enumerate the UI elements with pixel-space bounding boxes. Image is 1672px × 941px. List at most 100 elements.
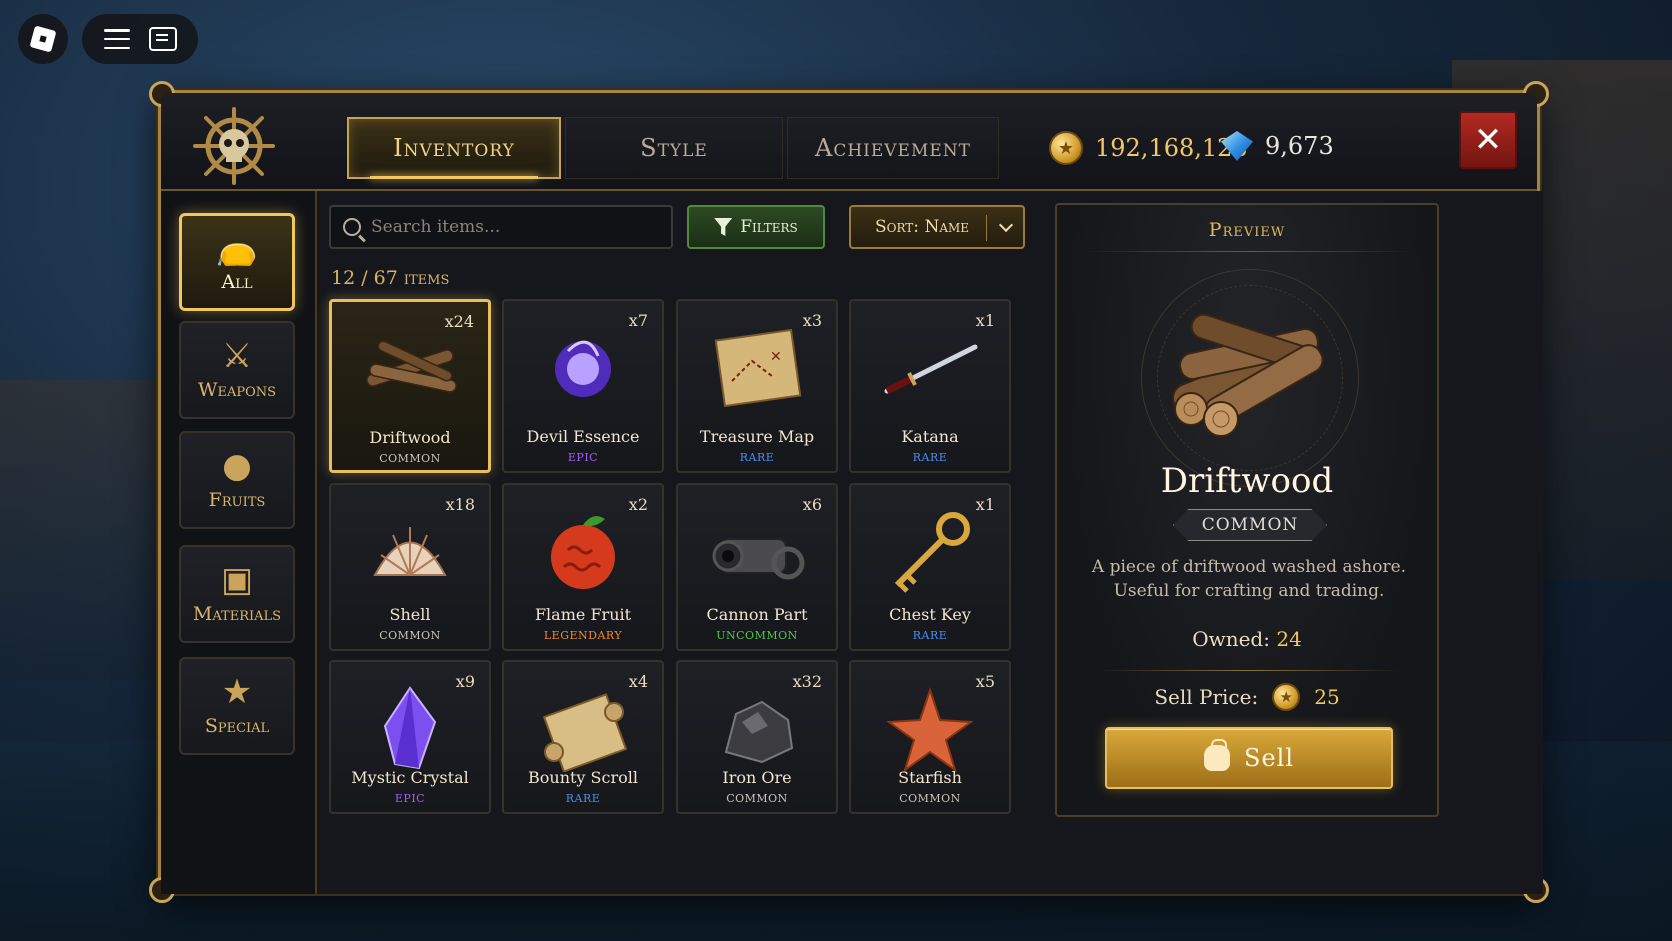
sell-price-label: Sell Price: — [1154, 685, 1259, 709]
coin-balance: ★ 192,168,123 — [1049, 131, 1248, 165]
item-name: Katana — [901, 427, 959, 446]
cannon-part-icon — [712, 538, 805, 580]
window-header: Inventory Style Achievement ★ 192,168,12… — [161, 93, 1537, 191]
item-rarity: RARE — [912, 629, 948, 642]
close-button[interactable]: ✕ — [1459, 111, 1517, 169]
preview-description: A piece of driftwood washed ashore. Usef… — [1091, 557, 1407, 601]
category-special[interactable]: ★ Special — [179, 657, 295, 755]
item-card[interactable]: x3 ✕ Treasure Map RARE — [676, 299, 838, 473]
category-weapons[interactable]: ⚔ Weapons — [179, 321, 295, 419]
item-rarity: RARE — [912, 451, 948, 464]
item-card[interactable]: x1 Chest Key RARE — [849, 483, 1011, 651]
crate-icon: ▣ — [220, 560, 254, 600]
item-rarity: LEGENDARY — [543, 629, 623, 642]
sell-label: Sell — [1244, 744, 1294, 772]
search-icon — [343, 218, 361, 236]
item-card[interactable]: x24 Driftwood COMMON — [329, 299, 491, 473]
item-card[interactable]: x1 Katana RARE — [849, 299, 1011, 473]
roblox-logo-icon — [29, 25, 57, 53]
category-sidebar: 👝 All ⚔ Weapons ● Fruits ▣ Materials ★ S… — [161, 191, 317, 894]
chat-icon[interactable] — [148, 27, 177, 51]
close-icon: ✕ — [1473, 120, 1503, 160]
bag-icon: 👝 — [215, 228, 259, 268]
skull-helm-emblem-icon — [193, 107, 275, 185]
star-icon: ★ — [221, 672, 253, 712]
item-name: Devil Essence — [526, 427, 640, 446]
owned-label: Owned: — [1192, 627, 1270, 651]
item-card[interactable]: x6 Cannon Part UNCOMMON — [676, 483, 838, 651]
item-card[interactable]: x7 Devil Essence EPIC — [502, 299, 664, 473]
item-rarity: RARE — [739, 451, 775, 464]
item-count: 12 / 67 items — [331, 267, 450, 289]
preview-title: Preview — [1208, 219, 1286, 241]
filters-label: Filters — [740, 217, 798, 237]
item-name: Driftwood — [369, 428, 451, 447]
fruit-icon: ● — [222, 446, 252, 486]
inventory-window: Inventory Style Achievement ★ 192,168,12… — [149, 81, 1549, 903]
preview-panel: Preview Driftwood COMMON A piece of drif… — [1055, 203, 1439, 817]
category-fruits[interactable]: ● Fruits — [179, 431, 295, 529]
iron-ore-icon — [724, 700, 794, 764]
coin-icon: ★ — [1049, 131, 1083, 165]
menu-icon[interactable] — [103, 29, 130, 49]
item-rarity: COMMON — [379, 629, 441, 642]
item-card[interactable]: x2 Flame Fruit LEGENDARY — [502, 483, 664, 651]
item-card[interactable]: x32 Iron Ore COMMON — [676, 660, 838, 814]
category-label: Materials — [192, 603, 282, 625]
katana-icon — [884, 344, 978, 395]
category-all[interactable]: 👝 All — [179, 213, 295, 311]
item-rarity: COMMON — [726, 792, 788, 805]
gem-icon — [1221, 131, 1253, 161]
item-name: Flame Fruit — [534, 605, 632, 624]
item-name: Bounty Scroll — [528, 768, 638, 787]
item-rarity: RARE — [565, 792, 601, 805]
item-card[interactable]: x4 Bounty Scroll RARE — [502, 660, 664, 814]
bounty-scroll-icon — [542, 693, 628, 772]
tab-style[interactable]: Style — [565, 117, 783, 179]
item-name: Cannon Part — [706, 605, 808, 624]
coin-icon: ★ — [1272, 683, 1301, 711]
mystic-crystal-icon — [383, 686, 437, 770]
item-rarity: EPIC — [394, 792, 426, 805]
item-name: Shell — [389, 605, 431, 624]
category-label: All — [221, 271, 253, 293]
sort-dropdown[interactable]: Sort: Name — [849, 205, 1025, 249]
driftwood-icon — [366, 340, 457, 393]
filter-icon — [714, 218, 733, 236]
sell-price-value: 25 — [1314, 685, 1340, 709]
roblox-menu-bar — [82, 14, 198, 64]
filters-button[interactable]: Filters — [687, 205, 825, 249]
sell-button[interactable]: Sell — [1105, 727, 1393, 789]
preview-item-name: Driftwood — [1160, 461, 1334, 501]
preview-rarity-badge: COMMON — [1173, 509, 1327, 541]
owned-value: 24 — [1276, 627, 1302, 651]
search-input[interactable] — [371, 217, 651, 237]
flame-fruit-icon — [551, 516, 615, 589]
driftwood-preview-icon — [1172, 313, 1324, 437]
divider — [1097, 670, 1401, 671]
search-box[interactable] — [329, 205, 673, 249]
chest-key-icon — [894, 512, 970, 593]
coin-bag-icon — [1204, 739, 1230, 771]
gem-amount: 9,673 — [1265, 132, 1334, 160]
shell-icon — [373, 527, 447, 576]
item-rarity: COMMON — [379, 452, 441, 465]
tab-inventory[interactable]: Inventory — [347, 117, 561, 179]
item-name: Treasure Map — [699, 427, 815, 446]
category-label: Special — [204, 715, 270, 737]
svg-text:✕: ✕ — [770, 349, 782, 365]
tab-achievement[interactable]: Achievement — [787, 117, 999, 179]
category-label: Weapons — [197, 379, 277, 401]
starfish-icon — [886, 686, 974, 772]
item-card[interactable]: x5 Starfish COMMON — [849, 660, 1011, 814]
category-label: Fruits — [208, 489, 266, 511]
item-rarity: EPIC — [567, 451, 599, 464]
item-name: Chest Key — [889, 605, 971, 624]
treasure-map-icon: ✕ — [714, 328, 802, 408]
item-name: Iron Ore — [722, 768, 792, 787]
category-materials[interactable]: ▣ Materials — [179, 545, 295, 643]
devil-essence-icon — [555, 340, 611, 397]
item-card[interactable]: x18 Shell COMMON — [329, 483, 491, 651]
roblox-logo-button[interactable] — [18, 14, 68, 64]
item-card[interactable]: x9 Mystic Crystal EPIC — [329, 660, 491, 814]
